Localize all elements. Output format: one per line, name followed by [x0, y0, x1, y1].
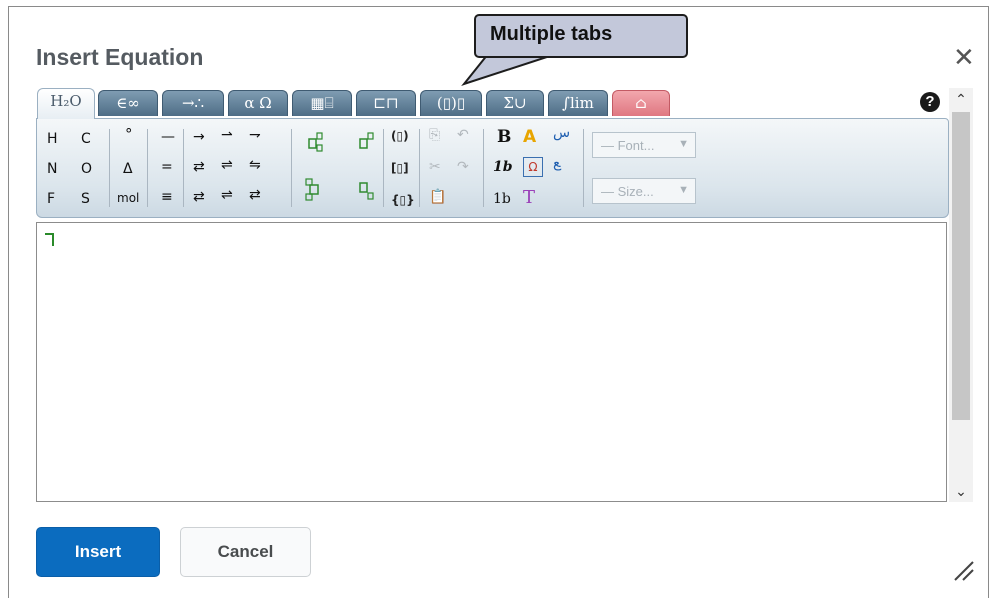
square-brackets-button[interactable]: [▯] [391, 161, 409, 175]
size-select-value: — Size... [601, 184, 654, 199]
arrow-eq-2-button[interactable]: ⇄ [193, 189, 205, 205]
tab-arrows[interactable]: →∴ [162, 90, 224, 116]
equation-input-area[interactable] [36, 222, 947, 502]
tab-set-symbols[interactable]: ∈∞ [98, 90, 158, 116]
divider [419, 129, 420, 207]
single-bond-button[interactable]: — [161, 129, 175, 145]
tab-operators[interactable]: Σ∪ [486, 90, 544, 116]
resize-grip-icon[interactable] [951, 558, 977, 584]
arrow-equilibrium-button[interactable]: ⇄ [193, 159, 205, 175]
triple-bond-button[interactable]: ≡ [161, 189, 173, 205]
mol-button[interactable]: mol [117, 191, 139, 205]
tab-matrices[interactable]: ▦⌸ [292, 90, 352, 116]
element-s-button[interactable]: S [81, 191, 90, 207]
degree-button[interactable]: ° [125, 125, 133, 143]
subscript-icon[interactable] [359, 181, 375, 201]
scroll-up-icon[interactable]: ⌃ [949, 88, 973, 110]
insert-button[interactable]: Insert [36, 527, 160, 577]
arrow-over-button[interactable]: ⇀ [221, 127, 233, 143]
superscript-icon[interactable] [359, 131, 375, 151]
special-char-icon[interactable]: Ω [523, 157, 543, 177]
arrow-eq-4-button[interactable]: ⇄ [249, 187, 261, 203]
callout-multiple-tabs: Multiple tabs [474, 14, 688, 58]
equation-editor: H₂O ∈∞ →∴ α Ω ▦⌸ ⊏⊓ (▯)▯ Σ∪ ∫lim ⌂ ? H C… [36, 88, 949, 502]
arrow-harpoon-rev-button[interactable]: ⇋ [249, 157, 261, 173]
cancel-button[interactable]: Cancel [180, 527, 311, 577]
element-o-button[interactable]: O [81, 161, 92, 177]
stacked-script-icon[interactable] [305, 177, 323, 201]
dialog-title: Insert Equation [36, 44, 204, 70]
paste-icon[interactable]: 📋 [429, 189, 446, 205]
bold-button[interactable]: B [497, 127, 511, 147]
color-icon[interactable]: A [523, 127, 536, 147]
help-icon[interactable]: ? [920, 92, 940, 112]
scroll-down-icon[interactable]: ⌄ [949, 480, 973, 502]
normal-text-button[interactable]: 1b [493, 191, 511, 207]
chevron-down-icon: ▼ [678, 184, 689, 196]
ltr-icon[interactable]: ﻊ [553, 155, 560, 171]
divider [183, 129, 184, 207]
text-mode-button[interactable]: T [523, 187, 535, 208]
tab-chemistry[interactable]: H₂O [37, 88, 95, 119]
tab-brackets[interactable]: (▯)▯ [420, 90, 482, 116]
italic-button[interactable]: 1b [493, 159, 513, 175]
size-select[interactable]: — Size... ▼ [592, 178, 696, 204]
font-select-value: — Font... [601, 138, 655, 153]
divider [583, 129, 584, 207]
element-n-button[interactable]: N [47, 161, 57, 177]
arrow-right-button[interactable]: → [193, 129, 205, 145]
palette-tabs: H₂O ∈∞ →∴ α Ω ▦⌸ ⊏⊓ (▯)▯ Σ∪ ∫lim ⌂ ? [36, 88, 949, 119]
caret-icon [45, 233, 54, 246]
close-icon[interactable]: ✕ [953, 44, 975, 70]
tab-custom[interactable]: ⌂ [612, 90, 670, 116]
chemistry-toolbar: H C N O F S ° Δ mol — = ≡ → ⇀ ⇁ ⇄ ⇌ ⇋ ⇄ … [36, 118, 949, 218]
delta-button[interactable]: Δ [123, 161, 133, 177]
tab-greek[interactable]: α Ω [228, 90, 288, 116]
scroll-thumb[interactable] [952, 112, 970, 420]
divider [147, 129, 148, 207]
chevron-down-icon: ▼ [678, 138, 689, 150]
callout-pointer [461, 54, 557, 86]
tab-calculus[interactable]: ∫lim [548, 90, 608, 116]
copy-icon[interactable]: ⎘ [429, 127, 440, 143]
divider [483, 129, 484, 207]
cut-icon[interactable]: ✂ [429, 159, 441, 175]
curly-braces-button[interactable]: {▯} [391, 193, 415, 207]
arrow-eq-3-button[interactable]: ⇌ [221, 187, 233, 203]
element-c-button[interactable]: C [81, 131, 91, 147]
font-select[interactable]: — Font... ▼ [592, 132, 696, 158]
divider [291, 129, 292, 207]
element-f-button[interactable]: F [47, 191, 55, 207]
divider [383, 129, 384, 207]
vertical-scrollbar[interactable]: ⌃ ⌄ [949, 88, 973, 502]
arrow-under-button[interactable]: ⇁ [249, 127, 261, 143]
rtl-icon[interactable]: ﺱ [553, 125, 570, 141]
pre-superscript-icon[interactable] [307, 131, 325, 153]
undo-icon[interactable]: ↶ [457, 127, 469, 143]
divider [109, 129, 110, 207]
double-bond-button[interactable]: = [161, 159, 173, 175]
redo-icon[interactable]: ↷ [457, 159, 469, 175]
tab-scripts[interactable]: ⊏⊓ [356, 90, 416, 116]
parentheses-button[interactable]: (▯) [391, 129, 409, 143]
arrow-harpoon-button[interactable]: ⇌ [221, 157, 233, 173]
element-h-button[interactable]: H [47, 131, 58, 147]
